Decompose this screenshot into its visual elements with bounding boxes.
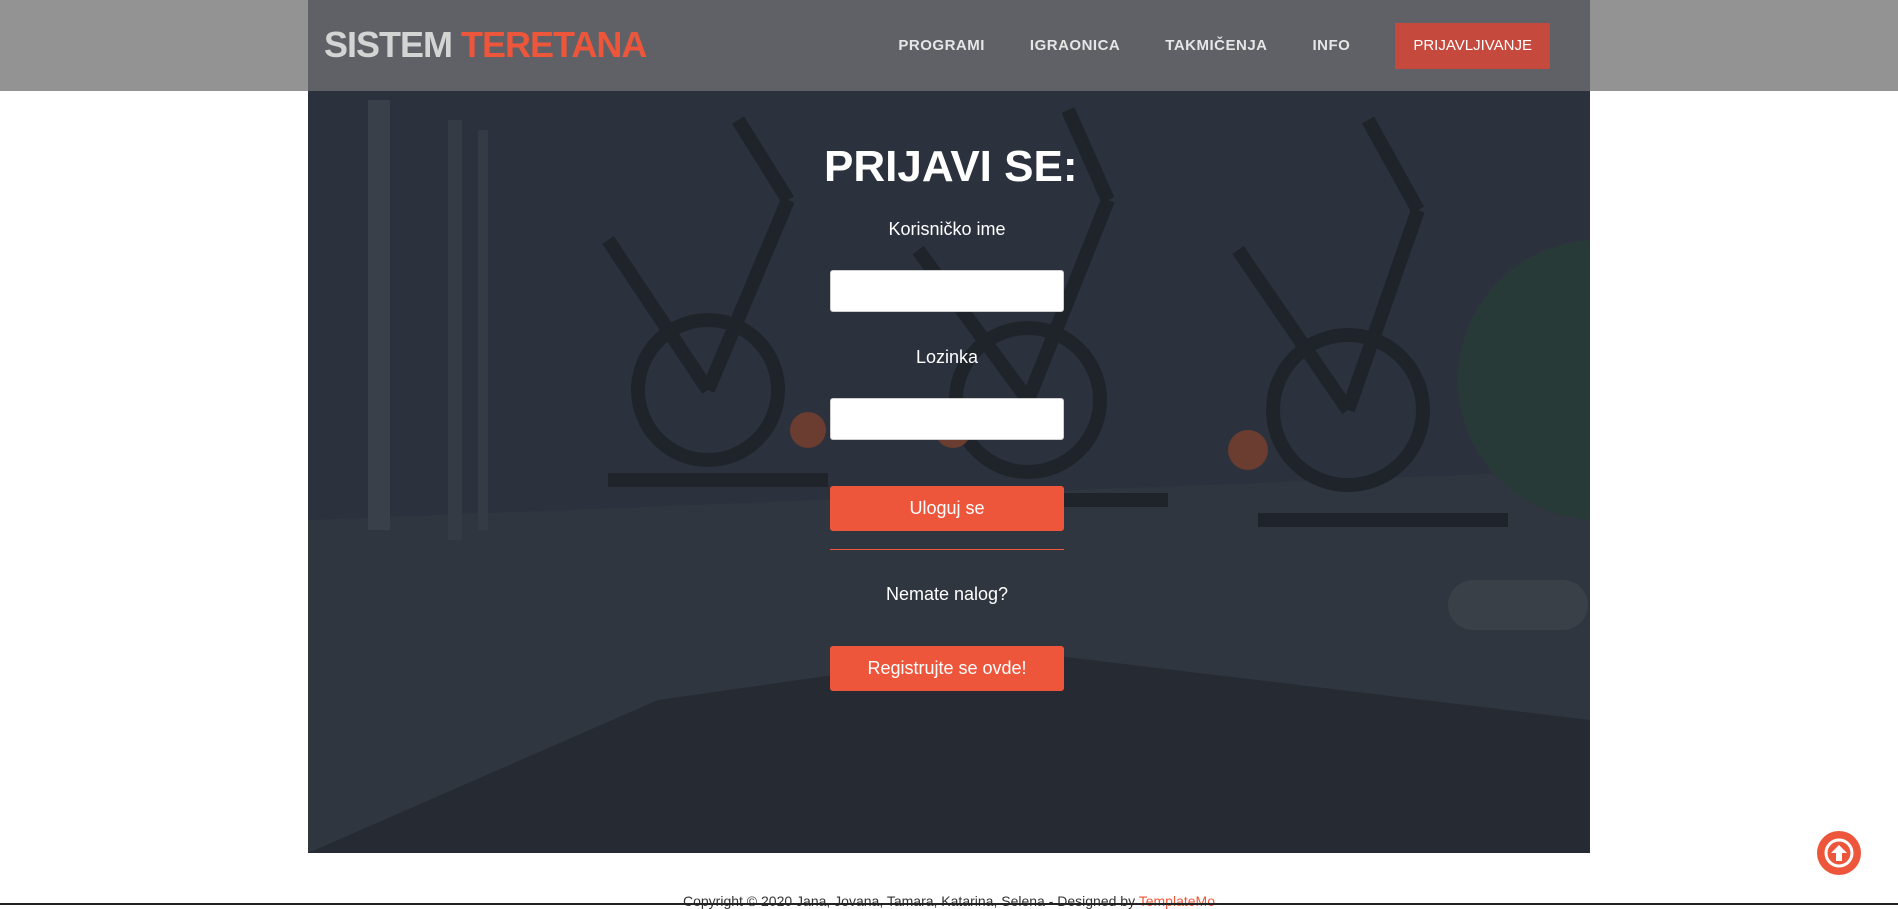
- nav-item-igraonica[interactable]: IGRAONICA: [1030, 37, 1120, 54]
- designer-link[interactable]: TemplateMo: [1139, 893, 1215, 909]
- nav-item-takmicenja[interactable]: TAKMIČENJA: [1165, 37, 1267, 54]
- username-label: Korisničko ime: [888, 219, 1006, 239]
- arrow-up-circle-icon: [1824, 838, 1854, 868]
- password-input[interactable]: [830, 398, 1064, 440]
- main-nav: PROGRAMI IGRAONICA TAKMIČENJA INFO PRIJA…: [853, 0, 1550, 91]
- copyright-text: Copyright © 2020 Jana, Jovana, Tamara, K…: [682, 893, 1139, 909]
- login-title: PRIJAVI SE:: [824, 142, 1078, 191]
- hero-section: PRIJAVI SE: Korisničko ime Lozinka Ulogu…: [308, 0, 1590, 853]
- password-label: Lozinka: [915, 347, 979, 367]
- nav-item-info[interactable]: INFO: [1313, 37, 1351, 54]
- header: SISTEM TERETANA PROGRAMI IGRAONICA TAKMI…: [308, 0, 1590, 91]
- site-logo[interactable]: SISTEM TERETANA: [324, 22, 647, 68]
- login-nav-button[interactable]: PRIJAVLJIVANJE: [1395, 22, 1550, 69]
- username-input[interactable]: [830, 270, 1064, 312]
- no-account-text: Nematе nalog?: [885, 584, 1009, 604]
- logo-text-teretana: TERETANA: [461, 24, 647, 65]
- scroll-top-button[interactable]: [1817, 831, 1861, 875]
- footer: Copyright © 2020 Jana, Jovana, Tamara, K…: [0, 893, 1898, 909]
- form-divider: [830, 549, 1064, 550]
- logo-text-sistem: SISTEM: [324, 24, 453, 65]
- nav-item-programi[interactable]: PROGRAMI: [898, 37, 985, 54]
- register-button[interactable]: Registrujte se ovde!: [830, 646, 1064, 691]
- login-submit-button[interactable]: Uloguj se: [830, 486, 1064, 531]
